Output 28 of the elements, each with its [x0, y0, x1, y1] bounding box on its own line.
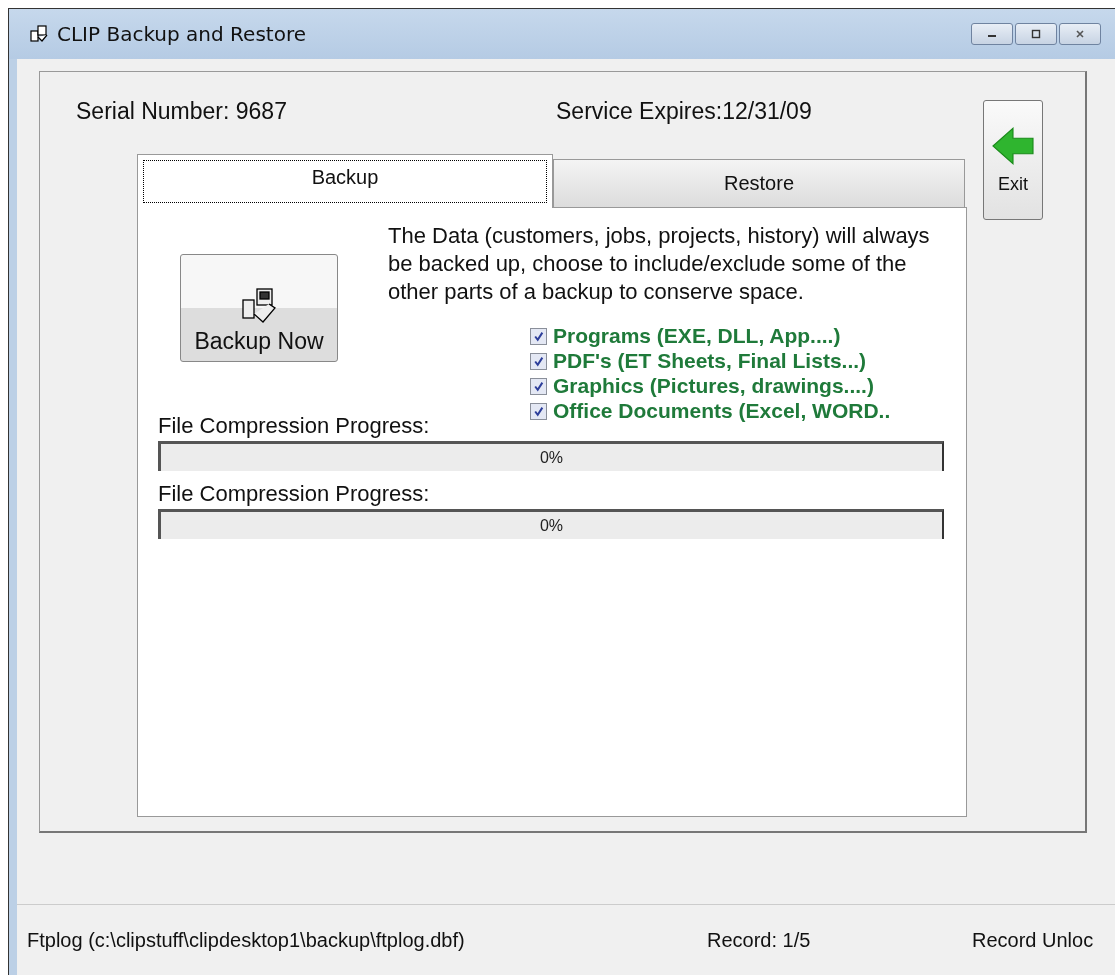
- status-text: Record: 1/5: [707, 928, 812, 952]
- checkbox[interactable]: [530, 402, 547, 420]
- arrow-left-icon: [990, 125, 1036, 166]
- checkbox[interactable]: [530, 327, 547, 345]
- backup-now-button[interactable]: Backup Now: [180, 254, 338, 362]
- tab[interactable]: Restore: [553, 159, 965, 207]
- close-icon: [1074, 29, 1086, 39]
- window-title: CLIP Backup and Restore: [57, 22, 306, 46]
- progress-label: File Compression Progress:: [158, 412, 430, 440]
- exit-button[interactable]: Exit: [983, 100, 1043, 220]
- progress-bar: 0%: [158, 509, 944, 539]
- status-text: Ftplog (c:\clipstuff\clipdesktop1\backup\ftplog.dbf): [26, 928, 466, 952]
- checkbox[interactable]: [530, 377, 547, 395]
- checkbox[interactable]: [530, 352, 547, 370]
- option-label: PDF's (ET Sheets, Final Lists...): [553, 349, 867, 373]
- description-text: The Data (customers, jobs, projects, history) will always be backed up, choose to include/exclude some of the other parts of a backup to conserve space.: [388, 222, 931, 306]
- option-label: Graphics (Pictures, drawings....): [553, 374, 874, 398]
- service-expires: Service Expires:12/31/09: [556, 98, 812, 126]
- progress-bar: 0%: [158, 441, 944, 471]
- tab[interactable]: Backup: [137, 154, 553, 208]
- progress-label: File Compression Progress:: [158, 480, 430, 508]
- option-label: Office Documents (Excel, WORD..: [553, 399, 891, 423]
- serial-number: Serial Number: 9687: [76, 98, 288, 126]
- option-label: Programs (EXE, DLL, App....): [553, 324, 841, 348]
- maximize-icon: [1030, 29, 1042, 39]
- status-text: Record Unloc: [972, 928, 1094, 952]
- maximize-button[interactable]: [1015, 23, 1057, 45]
- computers-icon: [29, 24, 49, 44]
